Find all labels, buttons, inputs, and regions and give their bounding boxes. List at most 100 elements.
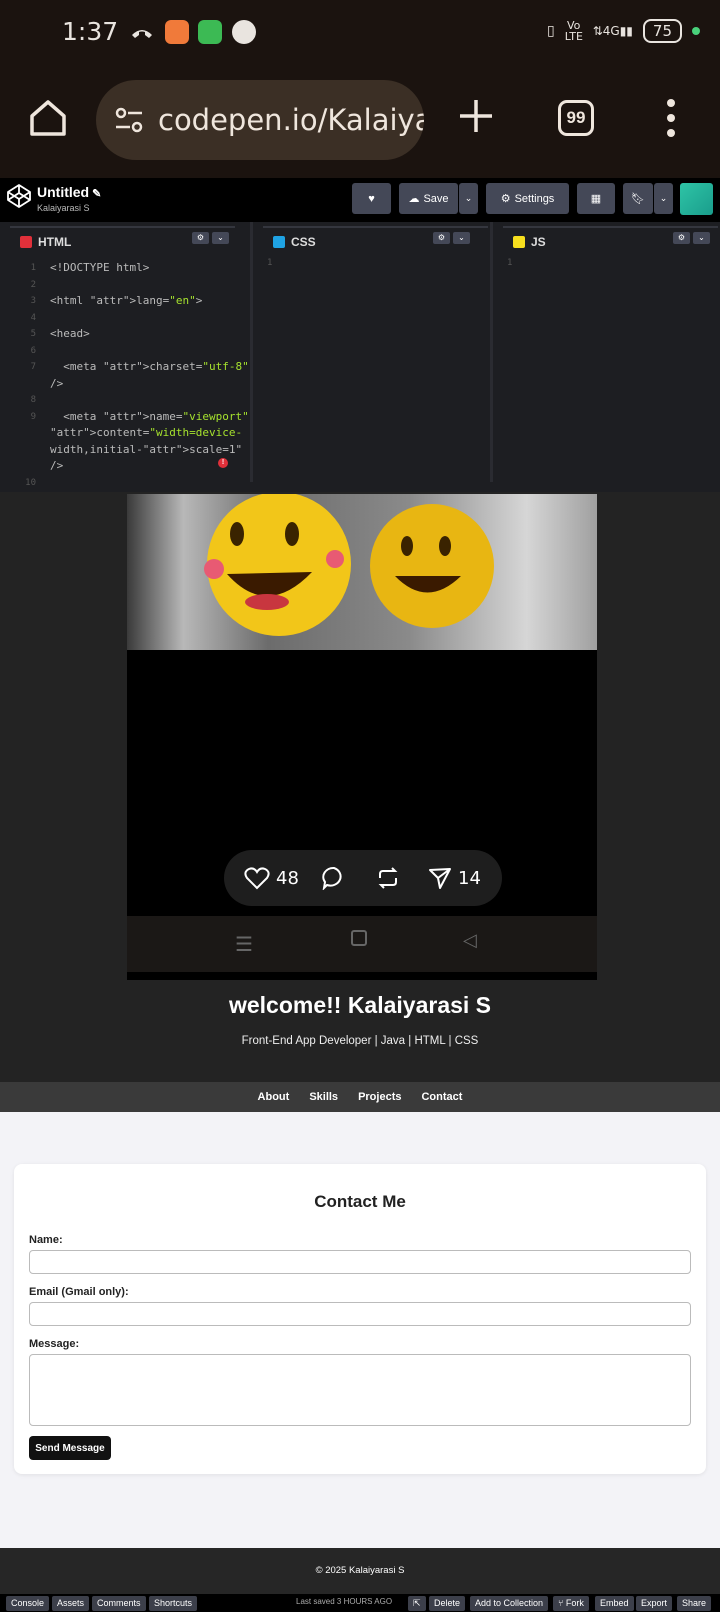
signal-icon: ⇅4G▮▮ (592, 24, 633, 38)
chevron-down-icon[interactable]: ⌄ (212, 232, 229, 244)
html-editor[interactable]: HTML ⚙ ⌄ 1 <!DOCTYPE html> 2 3 <html "attr">l… (0, 222, 249, 488)
code-line: "attr">content="width=device- (50, 426, 243, 439)
fork-button[interactable]: ⑂ Fork (553, 1596, 589, 1611)
js-controls: ⚙ ⌄ (673, 232, 710, 244)
codepen-logo-icon[interactable] (6, 183, 32, 209)
contact-card: Contact Me Name: Email (Gmail only): Mes… (14, 1164, 706, 1474)
last-saved: Last saved 3 HOURS AGO (296, 1597, 393, 1606)
bookmark-button[interactable]: 🔖︎ (623, 183, 653, 214)
site-settings-icon[interactable] (114, 105, 144, 135)
app-notification-icon (198, 20, 222, 44)
css-editor[interactable]: CSS ⚙ ⌄ 1 (250, 222, 488, 482)
line-number: 7 (30, 362, 36, 372)
name-field[interactable] (29, 1250, 691, 1274)
gear-icon[interactable]: ⚙ (192, 232, 209, 244)
nav-contact[interactable]: Contact (421, 1091, 462, 1103)
code-line: <!DOCTYPE html> (50, 261, 150, 274)
open-new-icon[interactable]: ⇱ (408, 1596, 426, 1611)
html-code[interactable]: 1 <!DOCTYPE html> 2 3 <html "attr">lang="en"… (0, 256, 249, 488)
share-button[interactable]: Share (677, 1596, 712, 1611)
square-icon (351, 930, 367, 946)
save-button[interactable]: ☁ Save (399, 183, 458, 214)
bookmark-options-button[interactable]: ⌄ (654, 183, 673, 214)
send-message-button[interactable]: Send Message (29, 1436, 111, 1460)
chevron-down-icon: ⌄ (464, 193, 473, 203)
save-options-button[interactable]: ⌄ (459, 183, 478, 214)
status-right: ▯ Vo LTE ⇅4G▮▮ 75 (547, 19, 700, 43)
comments-button[interactable]: Comments (92, 1596, 146, 1611)
battery-icon: 75 (642, 19, 682, 43)
line-number: 2 (30, 279, 36, 290)
chevron-down-icon[interactable]: ⌄ (693, 232, 710, 244)
gear-icon: ⚙ (500, 193, 511, 205)
codepen-header: Untitled ✎ Kalaiyarasi S ♥ ☁ Save ⌄ ⚙ Setti… (0, 178, 720, 222)
heart-outline-icon (244, 867, 270, 890)
name-label: Name: (29, 1234, 63, 1246)
repost-button[interactable] (376, 866, 400, 890)
welcome-heading: welcome!! Kalaiyarasi S (228, 992, 492, 1018)
email-field[interactable] (29, 1302, 691, 1326)
edit-title-icon[interactable]: ✎ (92, 188, 101, 200)
message-label: Message: (29, 1338, 80, 1350)
bookmark-icon: 🔖︎ (631, 193, 645, 205)
footer: © 2025 Kalaiyarasi S (0, 1548, 720, 1594)
delete-button[interactable]: Delete (429, 1596, 466, 1611)
love-button[interactable]: ♥ (352, 183, 391, 214)
js-editor[interactable]: JS ⚙ ⌄ 1 (490, 222, 720, 482)
gear-icon[interactable]: ⚙ (433, 232, 450, 244)
address-bar[interactable]: codepen.io/Kalaiya (96, 80, 424, 160)
export-button[interactable]: Export (636, 1596, 673, 1611)
line-number: 1 (507, 258, 513, 268)
clock: 1:37 (62, 17, 119, 46)
shortcuts-button[interactable]: Shortcuts (149, 1596, 198, 1611)
pen-title[interactable]: Untitled ✎ (37, 184, 101, 200)
message-field[interactable] (29, 1354, 691, 1426)
editor-panels: HTML ⚙ ⌄ 1 <!DOCTYPE html> 2 3 <html "attr">l… (0, 222, 720, 492)
error-icon[interactable]: ! (218, 458, 228, 468)
line-number: 4 (30, 312, 36, 323)
js-icon (513, 236, 525, 248)
code-line: width,initial-"attr">scale=1" (50, 442, 243, 456)
cloud-icon: ☁ (408, 193, 420, 205)
line-number: 9 (30, 411, 36, 422)
tab-switcher-button[interactable]: 99 (558, 100, 594, 136)
code-line: <meta "attr">charset="utf-8" (50, 360, 249, 373)
embed-button[interactable]: Embed (595, 1596, 634, 1611)
assets-button[interactable]: Assets (52, 1596, 90, 1611)
smiley-image (127, 494, 597, 650)
vibrate-icon: ▯ (546, 23, 555, 39)
contact-section: Contact Me Name: Email (Gmail only): Mes… (0, 1112, 720, 1548)
code-line: <meta "attr">name="viewport" (50, 409, 249, 423)
privacy-dot (692, 27, 700, 35)
settings-button[interactable]: ⚙ Settings (486, 183, 569, 214)
line-number: 8 (30, 395, 36, 405)
line-number: 1 (30, 263, 36, 273)
avatar[interactable] (680, 183, 713, 215)
nav-about[interactable]: About (258, 1091, 290, 1103)
nav-skills[interactable]: Skills (309, 1091, 338, 1103)
html-controls: ⚙ ⌄ (192, 232, 229, 244)
console-button[interactable]: Console (6, 1596, 50, 1611)
more-options-icon[interactable] (666, 98, 676, 138)
layout-button[interactable]: ▦ (577, 183, 615, 214)
line-number: 6 (30, 345, 36, 356)
browser-toolbar: codepen.io/Kalaiya 99 (0, 66, 720, 178)
line-number: 10 (25, 477, 36, 488)
send-button[interactable]: 14 (428, 866, 481, 890)
add-to-collection-button[interactable]: Add to Collection (470, 1596, 549, 1611)
send-icon (429, 868, 451, 889)
like-button[interactable]: 48 (244, 866, 299, 890)
new-tab-icon[interactable] (456, 96, 496, 136)
menu-icon: ☰ (235, 934, 253, 956)
page-nav: About Skills Projects Contact (0, 1082, 720, 1112)
pen-author[interactable]: Kalaiyarasi S (37, 203, 90, 213)
gear-icon[interactable]: ⚙ (673, 232, 690, 244)
home-icon[interactable] (26, 96, 70, 140)
line-number: 5 (30, 329, 36, 339)
nav-projects[interactable]: Projects (358, 1091, 401, 1103)
chevron-down-icon[interactable]: ⌄ (453, 232, 470, 244)
url-text: codepen.io/Kalaiya (158, 103, 424, 137)
css-icon (273, 236, 285, 248)
email-label: Email (Gmail only): (29, 1286, 129, 1298)
comment-button[interactable] (322, 866, 346, 890)
